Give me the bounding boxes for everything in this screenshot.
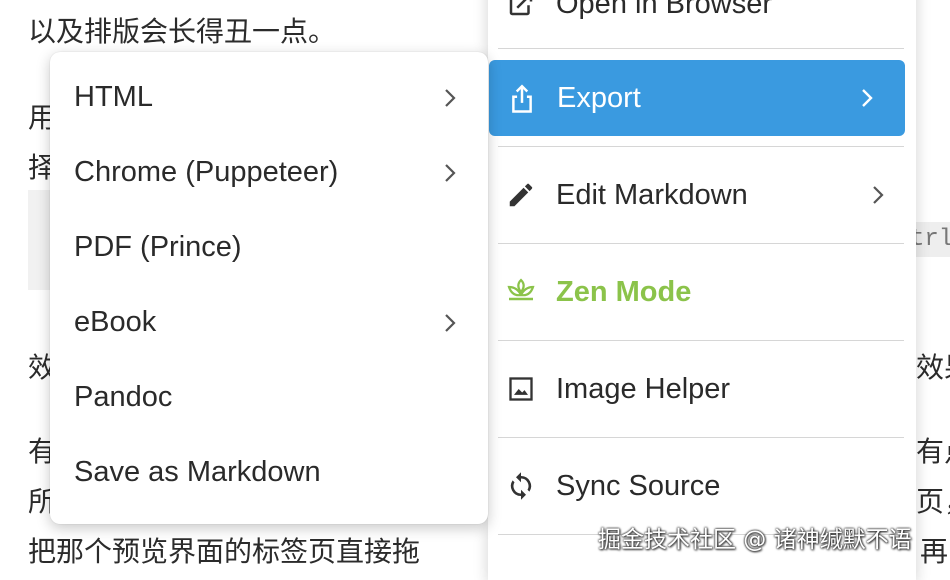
watermark: 掘金技术社区 @ 诸神缄默不语 (598, 527, 912, 553)
submenu-item-label: Chrome (Puppeteer) (74, 156, 339, 188)
open-external-icon (504, 0, 538, 21)
menu-item-sync-source[interactable]: Sync Source (488, 448, 916, 524)
submenu-item-pandoc[interactable]: Pandoc (50, 360, 488, 435)
submenu-item-html[interactable]: HTML (50, 60, 488, 135)
chevron-right-icon (442, 86, 458, 110)
export-submenu: HTML Chrome (Puppeteer) PDF (Prince) eBo… (50, 52, 488, 524)
chevron-right-icon (442, 311, 458, 335)
submenu-item-chrome-puppeteer[interactable]: Chrome (Puppeteer) (50, 135, 488, 210)
image-icon (504, 372, 538, 406)
chevron-right-icon (859, 86, 875, 110)
menu-separator (498, 243, 904, 244)
doc-line-bottom: 把那个预览界面的标签页直接拖 (28, 535, 421, 568)
menu-item-export[interactable]: Export (489, 60, 905, 136)
submenu-item-label: Pandoc (74, 381, 173, 413)
menu-item-label: Open in Browser (556, 0, 772, 20)
menu-item-label: Sync Source (556, 469, 721, 502)
doc-line-top: 以及排版会长得丑一点。 (28, 15, 337, 48)
menu-item-image-helper[interactable]: Image Helper (488, 351, 916, 427)
chevron-right-icon (442, 161, 458, 185)
sync-icon (504, 469, 538, 503)
doc-fragment: 效果 (916, 351, 950, 384)
menu-item-edit-markdown[interactable]: Edit Markdown (488, 157, 916, 233)
menu-item-open-in-browser[interactable]: Open in Browser (488, 0, 916, 42)
menu-separator (498, 146, 904, 147)
context-menu: Open in Browser Export Edit Markdown Zen… (488, 0, 916, 580)
menu-item-label: Zen Mode (556, 275, 692, 308)
submenu-item-label: eBook (74, 306, 157, 338)
menu-item-zen-mode[interactable]: Zen Mode (488, 254, 916, 330)
doc-fragment: 有点 (916, 435, 950, 468)
menu-item-label: Export (557, 81, 641, 114)
submenu-item-label: HTML (74, 81, 153, 113)
menu-item-label: Image Helper (556, 372, 731, 405)
submenu-item-pdf-prince[interactable]: PDF (Prince) (50, 210, 488, 285)
menu-separator (498, 48, 904, 49)
submenu-item-label: Save as Markdown (74, 456, 321, 488)
menu-separator (498, 437, 904, 438)
submenu-item-save-as-markdown[interactable]: Save as Markdown (50, 435, 488, 510)
share-icon (505, 81, 539, 115)
menu-item-label: Edit Markdown (556, 178, 748, 211)
pencil-icon (504, 178, 538, 212)
doc-fragment: 页， (916, 485, 950, 518)
doc-fragment: 再 (920, 535, 949, 568)
submenu-item-ebook[interactable]: eBook (50, 285, 488, 360)
menu-separator (498, 340, 904, 341)
submenu-item-label: PDF (Prince) (74, 231, 242, 263)
chevron-right-icon (870, 183, 886, 207)
lotus-icon (504, 275, 538, 309)
